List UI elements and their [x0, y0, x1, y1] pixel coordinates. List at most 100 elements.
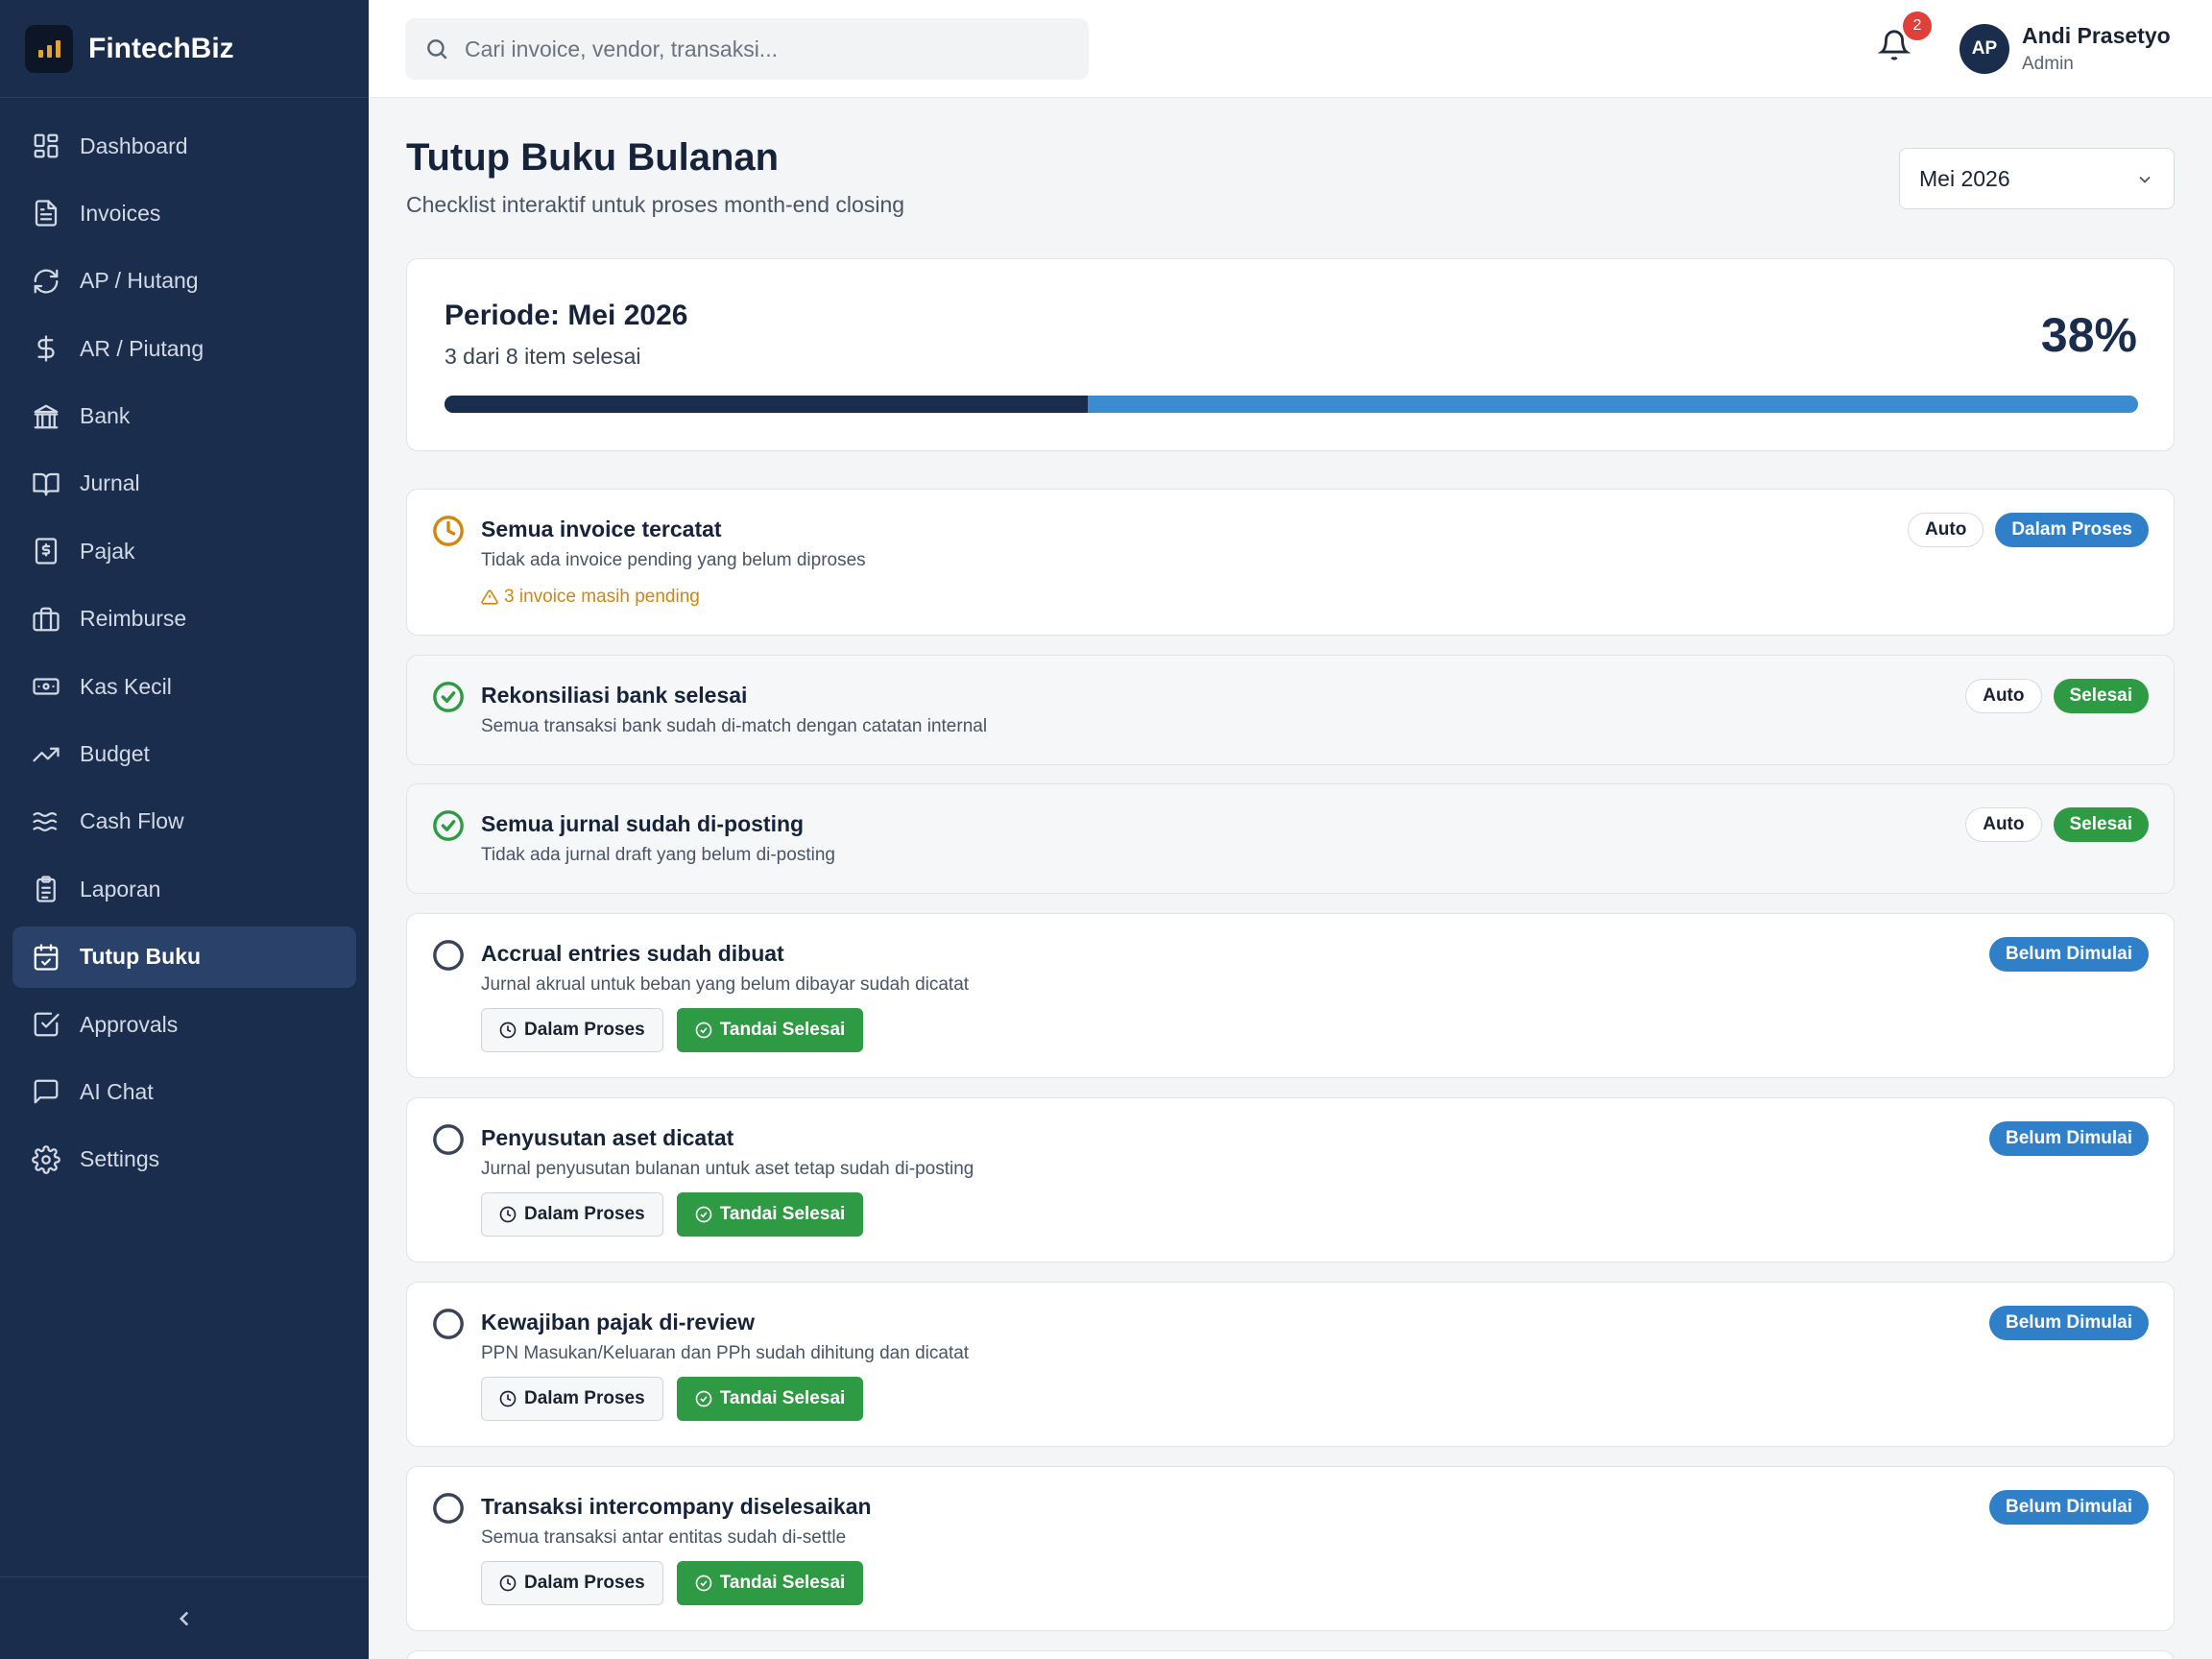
item-badges: Belum Dimulai [1989, 1121, 2149, 1156]
sidebar-item-jurnal[interactable]: Jurnal [12, 453, 356, 515]
item-title: Semua invoice tercatat [481, 517, 722, 541]
refresh-icon [34, 269, 59, 294]
sidebar-item-label: Tutup Buku [80, 944, 202, 970]
item-title: Accrual entries sudah dibuat [481, 941, 784, 966]
checklist-item: Rekonsiliasi bank selesai Semua transaks… [406, 655, 2175, 765]
sidebar-item-label: AP / Hutang [80, 268, 199, 294]
clipboard-icon [36, 876, 56, 902]
empty-circle-icon[interactable] [432, 1308, 465, 1340]
sidebar-item-ar-piutang[interactable]: AR / Piutang [12, 318, 356, 379]
dollar-icon [37, 335, 55, 362]
check-circle-icon [695, 1206, 712, 1223]
mark-done-button[interactable]: Tandai Selesai [676, 1192, 864, 1237]
item-title: Rekonsiliasi bank selesai [481, 683, 748, 708]
sidebar-item-laporan[interactable]: Laporan [12, 858, 356, 920]
period-select-value: Mei 2026 [1919, 165, 2010, 191]
checklist-item: Penyusutan aset dicatat Jurnal penyusuta… [406, 1097, 2175, 1262]
user-role: Admin [2022, 54, 2074, 74]
sidebar-item-label: AI Chat [80, 1078, 154, 1104]
notification-badge: 2 [1903, 12, 1932, 40]
search-input[interactable] [465, 36, 1041, 62]
check-circle-icon [695, 1022, 712, 1039]
sidebar-nav: Dashboard Invoices AP / Hutang AR / Piut… [0, 98, 369, 1190]
item-description: Tidak ada jurnal draft yang belum di-pos… [481, 845, 835, 865]
avatar[interactable]: AP [1960, 24, 2009, 74]
sidebar-item-label: Pajak [80, 538, 135, 564]
clock-icon [499, 1390, 517, 1407]
sidebar-item-pajak[interactable]: Pajak [12, 520, 356, 582]
sidebar-item-label: Settings [80, 1146, 160, 1172]
receipt-icon [35, 538, 58, 565]
sidebar-item-label: Jurnal [80, 470, 140, 496]
sidebar-item-bank[interactable]: Bank [12, 386, 356, 447]
button-label: Dalam Proses [524, 1388, 645, 1408]
brand-logo-icon [25, 24, 73, 73]
period-select[interactable]: Mei 2026 [1899, 148, 2175, 209]
mark-done-button[interactable]: Tandai Selesai [676, 1008, 864, 1052]
check-circle-icon [432, 681, 465, 713]
checklist-item: Semua jurnal sudah di-posting Tidak ada … [406, 783, 2175, 894]
sidebar-item-budget[interactable]: Budget [12, 724, 356, 785]
auto-badge: Auto [1908, 513, 1984, 547]
item-actions: Dalam Proses Tandai Selesai [481, 1192, 864, 1237]
mark-in-progress-button[interactable]: Dalam Proses [481, 1561, 663, 1605]
status-badge: Belum Dimulai [1989, 937, 2149, 972]
message-icon [34, 1080, 59, 1104]
sidebar-item-tutup-buku[interactable]: Tutup Buku [12, 926, 356, 988]
item-description: Jurnal akrual untuk beban yang belum dib… [481, 974, 970, 995]
check-circle-icon [432, 809, 465, 842]
mark-in-progress-button[interactable]: Dalam Proses [481, 1377, 663, 1421]
mark-done-button[interactable]: Tandai Selesai [676, 1561, 864, 1605]
sidebar-collapse-button[interactable] [0, 1576, 369, 1659]
sidebar-item-kas-kecil[interactable]: Kas Kecil [12, 656, 356, 717]
button-label: Tandai Selesai [719, 1573, 846, 1593]
empty-circle-icon[interactable] [432, 939, 465, 972]
item-title: Transaksi intercompany diselesaikan [481, 1494, 872, 1519]
sidebar-item-dashboard[interactable]: Dashboard [12, 115, 356, 177]
item-title: Semua jurnal sudah di-posting [481, 811, 805, 836]
user-name[interactable]: Andi Prasetyo [2022, 23, 2171, 49]
mark-done-button[interactable]: Tandai Selesai [676, 1377, 864, 1421]
mark-in-progress-button[interactable]: Dalam Proses [481, 1192, 663, 1237]
item-actions: Dalam Proses Tandai Selesai [481, 1561, 864, 1605]
item-warning: 3 invoice masih pending [481, 587, 700, 608]
sidebar-item-settings[interactable]: Settings [12, 1129, 356, 1190]
search-box[interactable] [405, 18, 1089, 80]
brand[interactable]: FintechBiz [0, 0, 369, 98]
item-description: Semua transaksi antar entitas sudah di-s… [481, 1527, 847, 1548]
checklist-item: Semua invoice tercatat Tidak ada invoice… [406, 489, 2175, 636]
auto-badge: Auto [1965, 807, 2042, 842]
button-label: Tandai Selesai [719, 1388, 846, 1408]
sidebar-item-label: Bank [80, 403, 131, 429]
item-badges: Auto Selesai [1965, 679, 2149, 713]
chevron-left-icon [179, 1611, 189, 1625]
empty-circle-icon[interactable] [432, 1123, 465, 1156]
sidebar-item-reimburse[interactable]: Reimburse [12, 589, 356, 650]
sidebar-item-ap-hutang[interactable]: AP / Hutang [12, 251, 356, 312]
sidebar-item-label: Approvals [80, 1011, 179, 1037]
item-actions: Dalam Proses Tandai Selesai [481, 1008, 864, 1052]
page-subtitle: Checklist interaktif untuk proses month-… [406, 192, 905, 217]
item-description: Semua transaksi bank sudah di-match deng… [481, 716, 988, 736]
clock-icon [499, 1022, 517, 1039]
search-icon [427, 39, 447, 60]
sidebar-item-cash-flow[interactable]: Cash Flow [12, 791, 356, 853]
sidebar-item-label: Kas Kecil [80, 673, 172, 699]
sidebar-item-approvals[interactable]: Approvals [12, 994, 356, 1055]
sidebar-item-label: Cash Flow [80, 808, 184, 834]
progress-percent: 38% [2040, 308, 2137, 362]
sidebar-item-invoices[interactable]: Invoices [12, 182, 356, 244]
topbar: 2 AP Andi Prasetyo Admin [369, 0, 2212, 98]
sidebar-item-label: Invoices [80, 200, 161, 226]
mark-in-progress-button[interactable]: Dalam Proses [481, 1008, 663, 1052]
item-actions: Dalam Proses Tandai Selesai [481, 1377, 864, 1421]
progress-card: Periode: Mei 2026 3 dari 8 item selesai … [406, 258, 2175, 451]
item-badges: Auto Dalam Proses [1908, 513, 2149, 547]
status-badge: Belum Dimulai [1989, 1490, 2149, 1525]
book-icon [33, 472, 60, 496]
sidebar: FintechBiz Dashboard Invoices AP / Hutan… [0, 0, 369, 1659]
sidebar-item-ai-chat[interactable]: AI Chat [12, 1061, 356, 1122]
empty-circle-icon[interactable] [432, 1492, 465, 1525]
page-title: Tutup Buku Bulanan [406, 136, 780, 179]
button-label: Dalam Proses [524, 1573, 645, 1593]
